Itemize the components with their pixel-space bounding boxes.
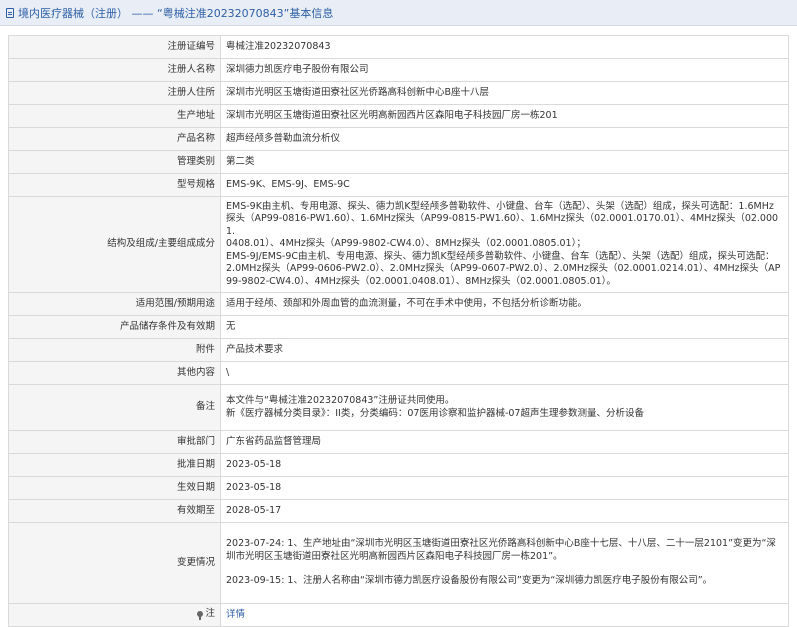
table-row: 审批部门 广东省药品监督管理局	[8, 430, 789, 454]
table-row: 注册人名称 深圳德力凯医疗电子股份有限公司	[8, 58, 789, 82]
label-product-name: 产品名称	[8, 127, 221, 151]
table-row: 生产地址 深圳市光明区玉塘街道田寮社区光明高新园西片区森阳电子科技园厂房一栋20…	[8, 104, 789, 128]
remark-line: 本文件与“粤械注准20232070843”注册证共同使用。	[226, 395, 455, 406]
value-registration-number: 粤械注准20232070843	[220, 35, 789, 59]
structure-line: EMS-9J/EMS-9C由主机、专用电源、探头、德力凯K型经颅多普勒软件、小键…	[226, 250, 775, 262]
value-remark: 本文件与“粤械注准20232070843”注册证共同使用。 新《医疗器械分类目录…	[220, 384, 789, 431]
table-row: 生效日期 2023-05-18	[8, 476, 789, 500]
value-registrant-address: 深圳市光明区玉塘街道田寮社区光侨路高科创新中心B座十八层	[220, 81, 789, 105]
table-row: 变更情况 2023-07-24: 1、生产地址由“深圳市光明区玉塘街道田寮社区光…	[8, 522, 789, 604]
details-link[interactable]: 详情	[226, 609, 245, 620]
table-row: 注 详情	[8, 603, 789, 627]
label-production-address: 生产地址	[8, 104, 221, 128]
label-storage: 产品储存条件及有效期	[8, 315, 221, 339]
table-row: 注册人住所 深圳市光明区玉塘街道田寮社区光侨路高科创新中心B座十八层	[8, 81, 789, 105]
info-table: 注册证编号 粤械注准20232070843 注册人名称 深圳德力凯医疗电子股份有…	[8, 35, 789, 627]
value-other: \	[220, 361, 789, 385]
value-production-address: 深圳市光明区玉塘街道田寮社区光明高新园西片区森阳电子科技园厂房一栋201	[220, 104, 789, 128]
table-row: 注册证编号 粤械注准20232070843	[8, 35, 789, 59]
value-model-spec: EMS-9K、EMS-9J、EMS-9C	[220, 173, 789, 197]
label-attachment: 附件	[8, 338, 221, 362]
structure-line: 99-9802-CW4.0）、4MHz探头（02.0001.0408.01）、8…	[226, 275, 616, 287]
value-attachment: 产品技术要求	[220, 338, 789, 362]
page-title: 境内医疗器械（注册） —— “粤械注准20232070843”基本信息	[18, 6, 334, 20]
structure-line: EMS-9K由主机、专用电源、探头、德力凯K型经颅多普勒软件、小键盘、台车（选配…	[226, 200, 774, 212]
page-header: 境内医疗器械（注册） —— “粤械注准20232070843”基本信息	[0, 0, 797, 26]
value-approval-dept: 广东省药品监督管理局	[220, 430, 789, 454]
table-row: 批准日期 2023-05-18	[8, 453, 789, 477]
value-storage: 无	[220, 315, 789, 339]
change-line: 圳市光明区玉塘街道田寮社区光明高新园西片区森阳电子科技园厂房一栋201”。	[226, 550, 563, 562]
label-registration-number: 注册证编号	[8, 35, 221, 59]
value-note: 详情	[220, 603, 789, 627]
table-row: 结构及组成/主要组成成分 EMS-9K由主机、专用电源、探头、德力凯K型经颅多普…	[8, 196, 789, 293]
label-registrant-address: 注册人住所	[8, 81, 221, 105]
structure-line: 2.0MHz探头（AP99-0606-PW2.0）、2.0MHz探头（AP99-…	[226, 263, 781, 275]
change-line: 2023-07-24: 1、生产地址由“深圳市光明区玉塘街道田寮社区光侨路高科创…	[226, 538, 776, 550]
label-model-spec: 型号规格	[8, 173, 221, 197]
value-registrant-name: 深圳德力凯医疗电子股份有限公司	[220, 58, 789, 82]
label-effective-date: 生效日期	[8, 476, 221, 500]
label-other: 其他内容	[8, 361, 221, 385]
value-structure: EMS-9K由主机、专用电源、探头、德力凯K型经颅多普勒软件、小键盘、台车（选配…	[220, 196, 789, 293]
value-change-history: 2023-07-24: 1、生产地址由“深圳市光明区玉塘街道田寮社区光侨路高科创…	[220, 522, 789, 604]
structure-line: 0408.01）、4MHz探头（AP99-9802-CW4.0）、8MHz探头（…	[226, 238, 586, 250]
document-icon	[6, 7, 14, 18]
table-row: 备注 本文件与“粤械注准20232070843”注册证共同使用。 新《医疗器械分…	[8, 384, 789, 431]
label-approval-date: 批准日期	[8, 453, 221, 477]
change-gap	[226, 563, 783, 575]
table-row: 有效期至 2028-05-17	[8, 499, 789, 523]
change-line: 2023-09-15: 1、注册人名称由“深圳市德力凯医疗设备股份有限公司”变更…	[226, 575, 713, 587]
value-intended-use: 适用于经颅、颈部和外周血管的血流测量，不可在手术中使用，不包括分析诊断功能。	[220, 292, 789, 316]
label-change-history: 变更情况	[8, 522, 221, 604]
pin-icon	[197, 611, 204, 621]
structure-line: 探头（AP99-0816-PW1.60）、1.6MHz探头（AP99-0815-…	[226, 213, 779, 237]
table-row: 型号规格 EMS-9K、EMS-9J、EMS-9C	[8, 173, 789, 197]
value-valid-until: 2028-05-17	[220, 499, 789, 523]
value-product-name: 超声经颅多普勒血流分析仪	[220, 127, 789, 151]
value-approval-date: 2023-05-18	[220, 453, 789, 477]
table-row: 适用范围/预期用途 适用于经颅、颈部和外周血管的血流测量，不可在手术中使用，不包…	[8, 292, 789, 316]
label-note: 注	[8, 603, 221, 627]
table-row: 产品储存条件及有效期 无	[8, 315, 789, 339]
value-management-category: 第二类	[220, 150, 789, 174]
table-row: 附件 产品技术要求	[8, 338, 789, 362]
label-intended-use: 适用范围/预期用途	[8, 292, 221, 316]
note-label: 注	[197, 608, 215, 621]
table-row: 产品名称 超声经颅多普勒血流分析仪	[8, 127, 789, 151]
table-row: 管理类别 第二类	[8, 150, 789, 174]
note-label-text: 注	[205, 608, 215, 620]
table-row: 其他内容 \	[8, 361, 789, 385]
value-effective-date: 2023-05-18	[220, 476, 789, 500]
label-remark: 备注	[8, 384, 221, 431]
label-approval-dept: 审批部门	[8, 430, 221, 454]
label-registrant-name: 注册人名称	[8, 58, 221, 82]
remark-line: 新《医疗器械分类目录》：II类，分类编码：07医用诊察和监护器械-07超声生理参…	[226, 407, 644, 419]
label-management-category: 管理类别	[8, 150, 221, 174]
label-structure: 结构及组成/主要组成成分	[8, 196, 221, 293]
label-valid-until: 有效期至	[8, 499, 221, 523]
